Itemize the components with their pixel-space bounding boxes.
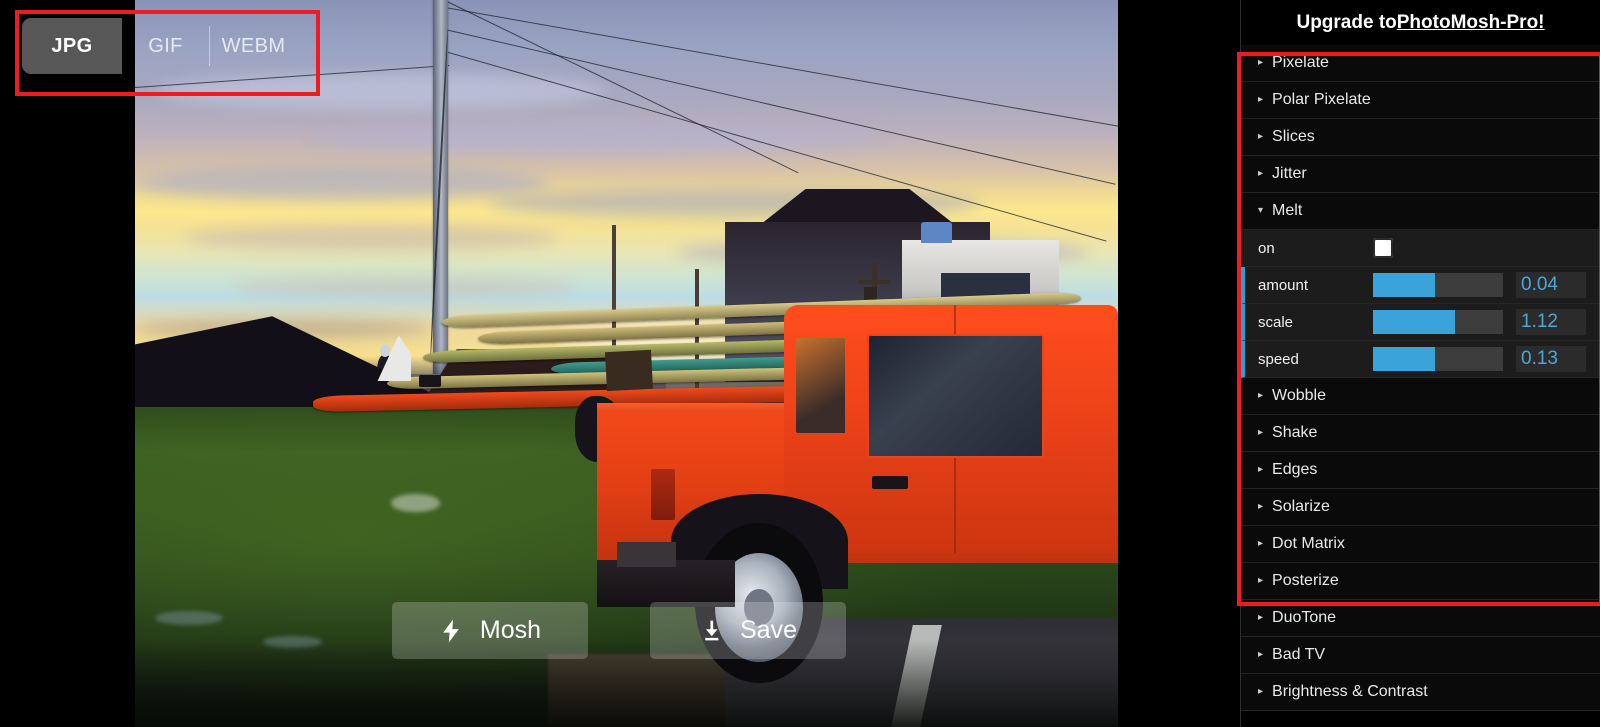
effect-label: Edges [1272, 461, 1318, 478]
canvas-area: JPG GIF WEBM Mosh Save [0, 0, 1240, 727]
effect-row-posterize[interactable]: ▸ Posterize [1241, 563, 1600, 600]
melt-scale-row: scale 1.12 [1241, 304, 1600, 341]
mosh-button[interactable]: Mosh [392, 602, 588, 659]
download-icon [705, 620, 719, 640]
melt-amount-row: amount 0.04 [1241, 267, 1600, 304]
debris [390, 494, 440, 512]
chevron-right-icon: ▸ [1258, 538, 1264, 549]
effects-list: ▸ Pixelate ▸ Polar Pixelate ▸ Slices ▸ J… [1241, 45, 1600, 711]
tarp [605, 349, 653, 392]
chevron-right-icon: ▸ [1258, 427, 1264, 438]
taillight [651, 468, 675, 520]
chevron-right-icon: ▸ [1258, 649, 1264, 660]
tab-webm[interactable]: WEBM [210, 18, 297, 74]
chevron-right-icon: ▸ [1258, 168, 1264, 179]
fin-base [418, 374, 441, 387]
melt-amount-value[interactable]: 0.04 [1516, 272, 1586, 298]
effect-row-pixelate[interactable]: ▸ Pixelate [1241, 45, 1600, 82]
effect-row-duotone[interactable]: ▸ DuoTone [1241, 600, 1600, 637]
slider-fill [1373, 347, 1436, 371]
chevron-right-icon: ▸ [1258, 390, 1264, 401]
photomosh-app: JPG GIF WEBM Mosh Save Upgrade to PhotoM… [0, 0, 1600, 727]
effect-label: Solarize [1272, 498, 1330, 515]
effect-row-polar-pixelate[interactable]: ▸ Polar Pixelate [1241, 82, 1600, 119]
melt-amount-label: amount [1258, 276, 1309, 294]
effect-label: Jitter [1272, 165, 1307, 182]
tab-gif-label: GIF [148, 34, 183, 57]
chevron-right-icon: ▸ [1258, 464, 1264, 475]
action-button-group: Mosh Save [392, 602, 846, 659]
effect-row-jitter[interactable]: ▸ Jitter [1241, 156, 1600, 193]
upgrade-prefix: Upgrade to [1296, 11, 1397, 33]
door-handle [872, 476, 908, 489]
tab-jpg[interactable]: JPG [22, 18, 122, 74]
effect-row-dot-matrix[interactable]: ▸ Dot Matrix [1241, 526, 1600, 563]
effect-label: Slices [1272, 128, 1315, 145]
tab-jpg-label: JPG [51, 34, 93, 57]
tow-hitch [616, 541, 676, 568]
chevron-right-icon: ▸ [1258, 575, 1264, 586]
chevron-right-icon: ▸ [1258, 131, 1264, 142]
pole-crossarm [858, 279, 890, 284]
effect-row-brightness-contrast[interactable]: ▸ Brightness & Contrast [1241, 674, 1600, 711]
effect-row-edges[interactable]: ▸ Edges [1241, 452, 1600, 489]
effect-label: Bad TV [1272, 646, 1326, 663]
melt-scale-slider[interactable] [1373, 310, 1503, 334]
cloud [311, 123, 883, 153]
effect-row-shake[interactable]: ▸ Shake [1241, 415, 1600, 452]
effect-row-melt[interactable]: ▾ Melt [1241, 193, 1600, 230]
melt-scale-label: scale [1258, 313, 1294, 331]
melt-speed-label: speed [1258, 350, 1299, 368]
effect-label: DuoTone [1272, 609, 1337, 626]
effect-label: Posterize [1272, 572, 1339, 589]
effect-label: Dot Matrix [1272, 535, 1345, 552]
chevron-right-icon: ▸ [1258, 57, 1264, 68]
cloud [184, 225, 558, 251]
effect-label: Melt [1272, 202, 1303, 219]
tab-webm-label: WEBM [221, 34, 286, 57]
effect-row-bad-tv[interactable]: ▸ Bad TV [1241, 637, 1600, 674]
slider-fill [1373, 310, 1455, 334]
melt-speed-slider[interactable] [1373, 347, 1503, 371]
truck-window [795, 338, 845, 433]
effects-panel: Upgrade to PhotoMosh-Pro! ▸ Pixelate ▸ P… [1240, 0, 1600, 727]
melt-amount-slider[interactable] [1373, 273, 1503, 297]
tab-gif[interactable]: GIF [122, 18, 209, 74]
chevron-right-icon: ▸ [1258, 612, 1264, 623]
melt-on-checkbox[interactable] [1373, 238, 1393, 258]
effect-label: Polar Pixelate [1272, 91, 1371, 108]
effect-label: Wobble [1272, 387, 1326, 404]
chevron-right-icon: ▸ [1258, 501, 1264, 512]
format-tab-bar: JPG GIF WEBM [22, 18, 297, 74]
surfboard-fin [377, 335, 412, 382]
melt-speed-value[interactable]: 0.13 [1516, 346, 1586, 372]
truck-window [867, 334, 1045, 458]
slider-fill [1373, 273, 1436, 297]
melt-on-label: on [1258, 239, 1275, 257]
save-button-label: Save [740, 616, 797, 644]
mosh-button-label: Mosh [479, 616, 542, 644]
chevron-right-icon: ▸ [1258, 94, 1264, 105]
melt-speed-row: speed 0.13 [1241, 341, 1600, 378]
effect-row-solarize[interactable]: ▸ Solarize [1241, 489, 1600, 526]
upgrade-product-link[interactable]: PhotoMosh-Pro! [1397, 12, 1545, 34]
effect-label: Shake [1272, 424, 1318, 441]
effect-label: Brightness & Contrast [1272, 683, 1428, 700]
chevron-right-icon: ▸ [1258, 686, 1264, 697]
lightning-bolt-icon [443, 619, 459, 642]
cloud [135, 167, 548, 200]
save-button[interactable]: Save [650, 602, 846, 659]
upgrade-header[interactable]: Upgrade to PhotoMosh-Pro! [1241, 0, 1600, 45]
melt-scale-value[interactable]: 1.12 [1516, 309, 1586, 335]
effect-row-wobble[interactable]: ▸ Wobble [1241, 378, 1600, 415]
effect-row-slices[interactable]: ▸ Slices [1241, 119, 1600, 156]
effect-label: Pixelate [1272, 54, 1329, 71]
chevron-down-icon: ▾ [1258, 205, 1264, 216]
melt-on-row: on [1241, 230, 1600, 267]
